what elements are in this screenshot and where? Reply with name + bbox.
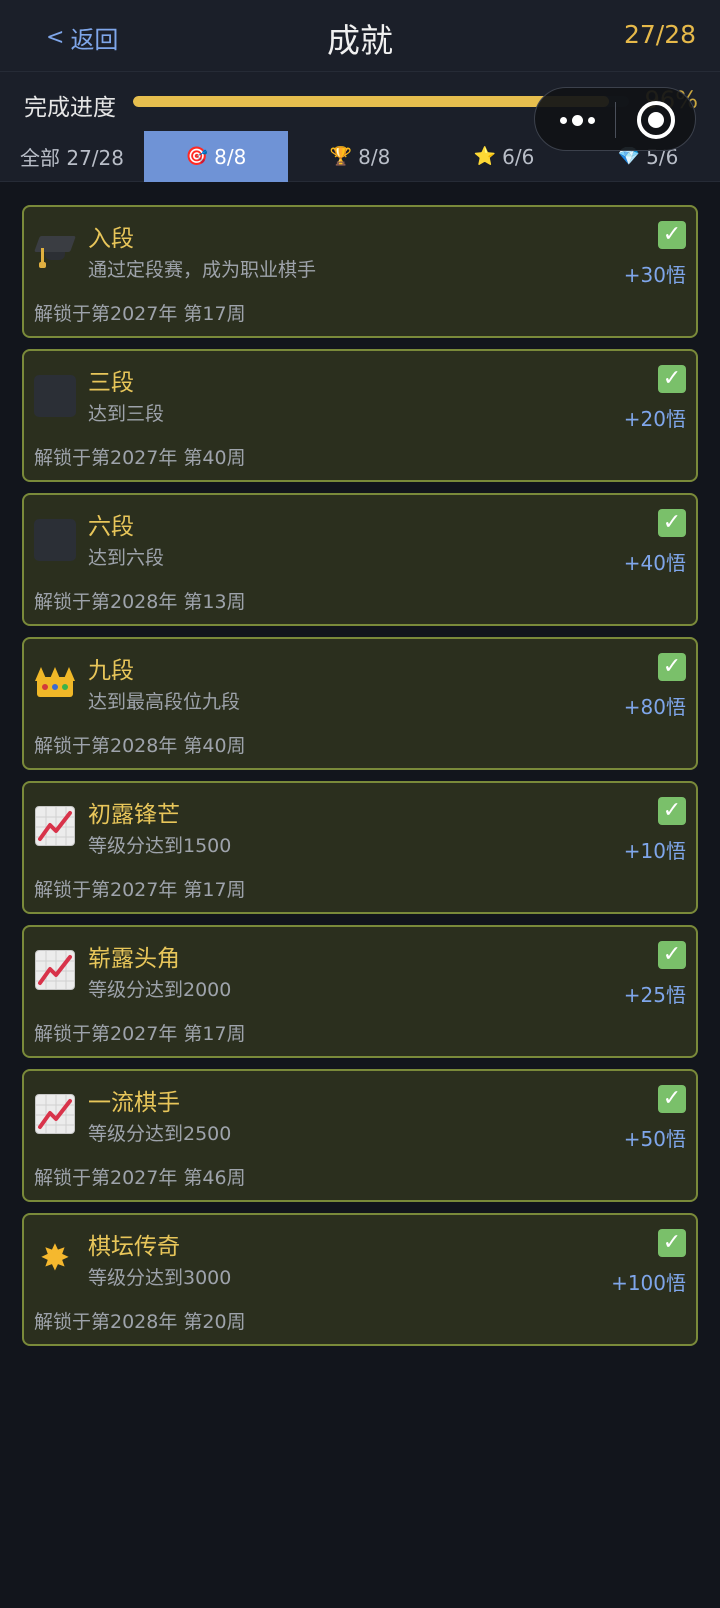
target-icon: 🎯 xyxy=(185,146,209,167)
achievement-card[interactable]: 崭露头角等级分达到2000 解锁于第2027年 第17周 +25悟 ✓ xyxy=(22,925,698,1058)
unlock-date: 解锁于第2027年 第40周 xyxy=(34,447,246,469)
unlock-date: 解锁于第2028年 第40周 xyxy=(34,735,246,757)
tab-label: 全部 27/28 xyxy=(20,146,124,170)
crown-icon xyxy=(34,661,76,703)
checkmark-icon: ✓ xyxy=(658,221,686,249)
achievement-description: 等级分达到1500 xyxy=(88,835,232,857)
unlock-date: 解锁于第2028年 第20周 xyxy=(34,1311,246,1333)
star-icon: ⭐ xyxy=(473,146,497,167)
more-dot-icon xyxy=(587,116,595,124)
unlock-date: 解锁于第2028年 第13周 xyxy=(34,591,246,613)
unlock-date: 解锁于第2027年 第17周 xyxy=(34,1023,246,1045)
tab-2[interactable]: 🏆 8/8 xyxy=(288,131,432,182)
checkmark-icon: ✓ xyxy=(658,509,686,537)
more-dot-icon xyxy=(571,114,583,126)
achievement-card[interactable]: 入段通过定段赛，成为职业棋手解锁于第2027年 第17周 +30悟 ✓ xyxy=(22,205,698,338)
achievement-title: 入段 xyxy=(88,226,134,252)
tab-0[interactable]: 全部 27/28 xyxy=(0,131,144,182)
more-menu-button[interactable] xyxy=(557,108,597,132)
checkmark-icon: ✓ xyxy=(658,1085,686,1113)
reward-points: +25悟 xyxy=(623,983,686,1007)
achievement-title: 初露锋芒 xyxy=(88,802,180,828)
more-dot-icon xyxy=(559,116,567,124)
capsule-divider xyxy=(615,102,616,138)
page-title: 成就 xyxy=(327,21,393,60)
unlock-date: 解锁于第2027年 第17周 xyxy=(34,303,246,325)
checkmark-icon: ✓ xyxy=(658,797,686,825)
achievement-title: 棋坛传奇 xyxy=(88,1234,180,1260)
reward-points: +80悟 xyxy=(623,695,686,719)
achievement-title: 六段 xyxy=(88,514,134,540)
reward-points: +10悟 xyxy=(623,839,686,863)
chart-up-icon xyxy=(34,805,76,847)
unlock-date: 解锁于第2027年 第17周 xyxy=(34,879,246,901)
achievement-card[interactable]: 三段达到三段解锁于第2027年 第40周 +20悟 ✓ xyxy=(22,349,698,482)
graduation-cap-icon xyxy=(34,229,76,271)
achievement-description: 通过定段赛，成为职业棋手 xyxy=(88,259,317,281)
close-target-icon[interactable] xyxy=(637,101,675,139)
checkmark-icon: ✓ xyxy=(658,941,686,969)
achievement-card[interactable]: 初露锋芒等级分达到1500 解锁于第2027年 第17周 +10悟 ✓ xyxy=(22,781,698,914)
tab-label: 8/8 xyxy=(358,144,391,169)
glowing-star-icon: ✸ xyxy=(39,1237,71,1279)
achievement-description: 等级分达到2500 xyxy=(88,1123,232,1145)
achievement-card[interactable]: 九段达到最高段位九段解锁于第2028年 第40周 +80悟 ✓ xyxy=(22,637,698,770)
achievement-description: 达到三段 xyxy=(88,403,165,425)
achievement-count: 27/28 xyxy=(623,20,696,49)
achievement-description: 达到最高段位九段 xyxy=(88,691,241,713)
tab-1[interactable]: 🎯 8/8 xyxy=(144,131,288,182)
chart-up-icon xyxy=(34,949,76,991)
chart-up-icon xyxy=(34,1093,76,1135)
achievement-description: 等级分达到3000 xyxy=(88,1267,232,1289)
tab-label: 8/8 xyxy=(214,144,247,169)
top-bar: < 返回 成就 27/28 xyxy=(0,0,720,72)
reward-points: +20悟 xyxy=(623,407,686,431)
achievement-title: 三段 xyxy=(88,370,134,396)
achievement-list: 入段 通过定段赛，成为职业棋手 解锁于第2027年 第17周 +30悟 ✓ 三段 达到三段解… xyxy=(22,205,698,1357)
miniprogram-capsule xyxy=(534,87,696,151)
achievement-card[interactable]: ✸ 棋坛传奇等级分达到3000 解锁于第2028年 第20周 +100悟 ✓ xyxy=(22,1213,698,1346)
achievement-title: 一流棋手 xyxy=(88,1090,180,1116)
unlock-date: 解锁于第2027年 第46周 xyxy=(34,1167,246,1189)
progress-label: 完成进度 xyxy=(24,95,116,121)
achievement-title: 崭露头角 xyxy=(88,946,180,972)
achievement-description: 等级分达到2000 xyxy=(88,979,232,1001)
achievement-title: 九段 xyxy=(88,658,134,684)
checkmark-icon: ✓ xyxy=(658,653,686,681)
trophy-icon: 🏆 xyxy=(329,146,353,167)
achievement-card[interactable]: 六段达到六段解锁于第2028年 第13周 +40悟 ✓ xyxy=(22,493,698,626)
tab-label: 6/6 xyxy=(502,144,535,169)
blank-icon xyxy=(34,519,76,561)
checkmark-icon: ✓ xyxy=(658,1229,686,1257)
blank-icon xyxy=(34,375,76,417)
reward-points: +100悟 xyxy=(611,1271,686,1295)
reward-points: +50悟 xyxy=(623,1127,686,1151)
checkmark-icon: ✓ xyxy=(658,365,686,393)
achievement-card[interactable]: 一流棋手等级分达到2500 解锁于第2027年 第46周 +50悟 ✓ xyxy=(22,1069,698,1202)
reward-points: +40悟 xyxy=(623,551,686,575)
reward-points: +30悟 xyxy=(623,263,686,287)
achievement-description: 达到六段 xyxy=(88,547,165,569)
